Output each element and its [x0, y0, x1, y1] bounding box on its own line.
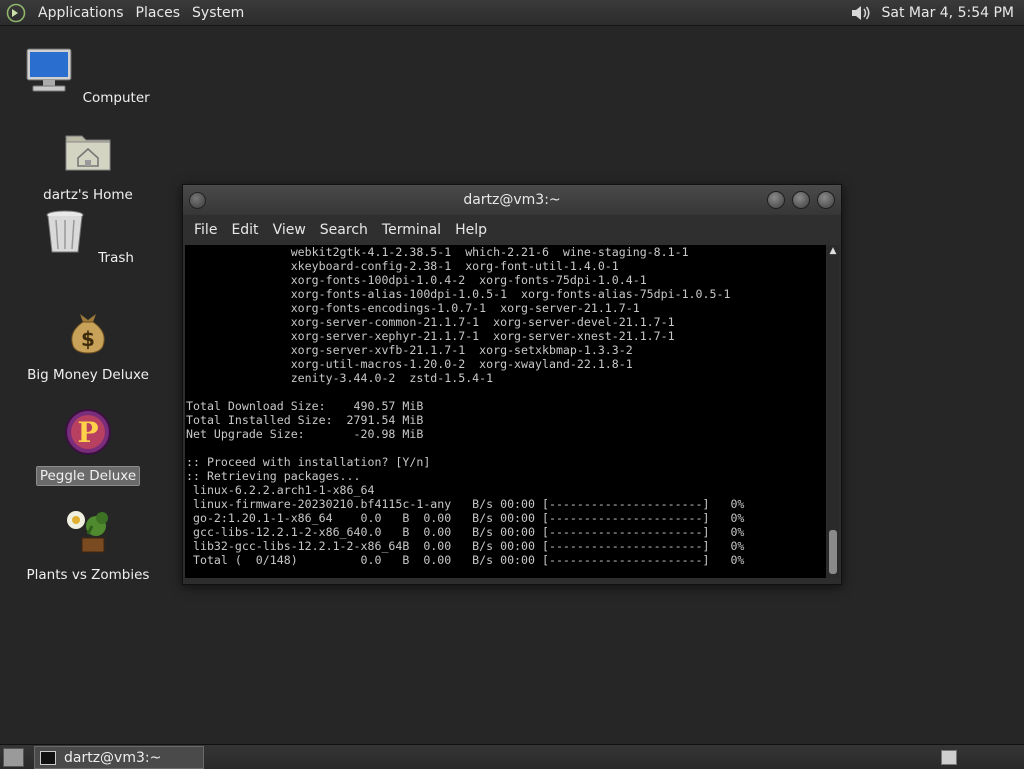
- menu-terminal[interactable]: Terminal: [375, 222, 448, 238]
- desktop-icon-trash[interactable]: Trash: [18, 206, 158, 267]
- trash-icon: [46, 210, 84, 253]
- computer-icon: [26, 48, 72, 92]
- taskbar-window-label: dartz@vm3:~: [64, 749, 162, 766]
- desktop-icon-label: Computer: [82, 90, 150, 106]
- home-folder-icon: [65, 135, 111, 171]
- desktop-icon-label: Big Money Deluxe: [27, 367, 149, 383]
- system-menu[interactable]: System: [186, 5, 250, 21]
- menu-file[interactable]: File: [187, 222, 224, 238]
- scrollbar-thumb[interactable]: [829, 530, 837, 574]
- menu-view[interactable]: View: [266, 222, 313, 238]
- window-title: dartz@vm3:~: [463, 192, 561, 208]
- desktop-icon-plants-vs-zombies[interactable]: Plants vs Zombies: [18, 506, 158, 584]
- maximize-button[interactable]: [792, 191, 810, 209]
- desktop-icon-label: Peggle Deluxe: [35, 466, 141, 486]
- desktop-icon-computer[interactable]: Computer: [18, 46, 158, 107]
- workspace-switcher-icon[interactable]: [941, 750, 957, 765]
- taskbar-window-button[interactable]: dartz@vm3:~: [34, 746, 204, 769]
- gnome-foot-icon[interactable]: [6, 3, 26, 23]
- minimize-button[interactable]: [767, 191, 785, 209]
- terminal-output[interactable]: webkit2gtk-4.1-2.38.5-1 which-2.21-6 win…: [185, 245, 826, 578]
- peggle-icon: P: [65, 409, 111, 455]
- svg-text:$: $: [81, 327, 95, 351]
- close-button[interactable]: [817, 191, 835, 209]
- bottom-panel: dartz@vm3:~: [0, 744, 1024, 769]
- money-bag-icon: $: [71, 314, 105, 354]
- speaker-icon[interactable]: [850, 3, 872, 23]
- desktop-icon-home[interactable]: dartz's Home: [18, 126, 158, 204]
- menu-search[interactable]: Search: [313, 222, 375, 238]
- svg-text:P: P: [77, 416, 98, 449]
- desktop-icon-peggle[interactable]: P Peggle Deluxe: [18, 406, 158, 486]
- terminal-scrollbar[interactable]: ▲: [827, 245, 839, 578]
- terminal-icon: [40, 750, 56, 765]
- desktop-icon-big-money[interactable]: $ Big Money Deluxe: [18, 306, 158, 384]
- menu-help[interactable]: Help: [448, 222, 494, 238]
- menu-edit[interactable]: Edit: [224, 222, 265, 238]
- applications-menu[interactable]: Applications: [32, 5, 130, 21]
- plants-vs-zombies-icon: [67, 511, 108, 553]
- window-controls: [767, 191, 835, 209]
- scroll-up-arrow-icon[interactable]: ▲: [827, 245, 839, 257]
- terminal-titlebar[interactable]: dartz@vm3:~: [183, 185, 841, 215]
- show-desktop-icon[interactable]: [3, 748, 24, 767]
- panel-tray: Sat Mar 4, 5:54 PM: [850, 0, 1015, 25]
- window-menu-button[interactable]: [189, 192, 206, 209]
- clock[interactable]: Sat Mar 4, 5:54 PM: [882, 5, 1015, 21]
- desktop-icon-label: dartz's Home: [43, 187, 133, 203]
- desktop-icon-label: Trash: [98, 250, 134, 266]
- terminal-menubar: File Edit View Search Terminal Help: [183, 215, 841, 245]
- places-menu[interactable]: Places: [130, 5, 187, 21]
- terminal-window[interactable]: dartz@vm3:~ File Edit View Search Termin…: [182, 184, 842, 585]
- top-panel: Applications Places System Sat Mar 4, 5:…: [0, 0, 1024, 26]
- desktop-icon-label: Plants vs Zombies: [26, 567, 150, 583]
- terminal-text: webkit2gtk-4.1-2.38.5-1 which-2.21-6 win…: [186, 245, 745, 567]
